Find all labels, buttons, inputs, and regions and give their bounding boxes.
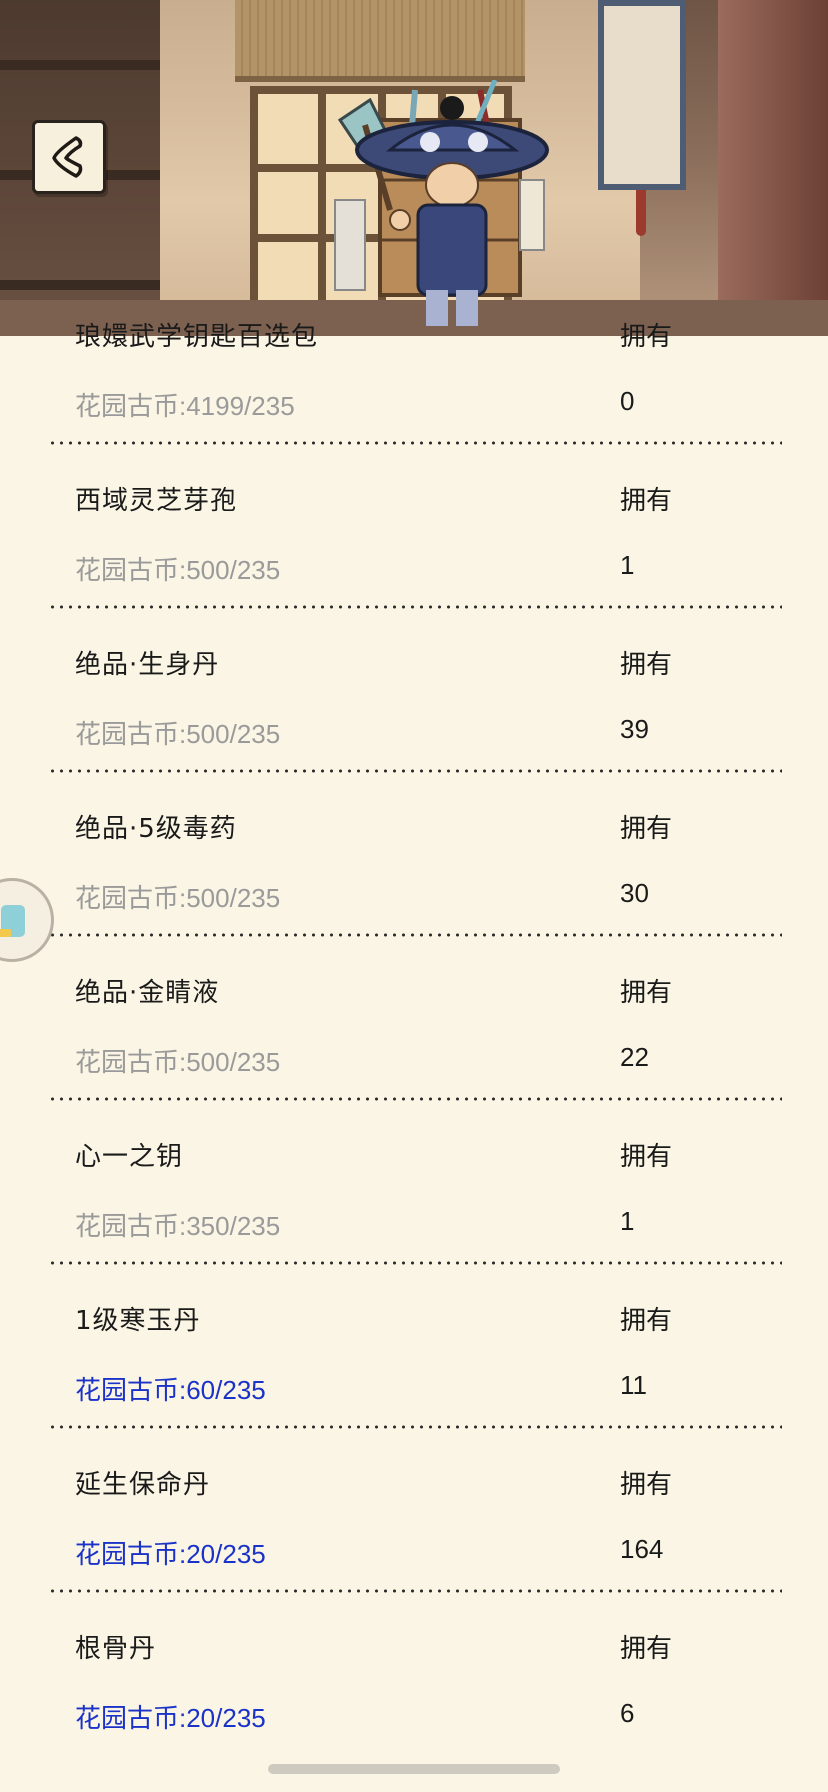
own-label: 拥有 (620, 1470, 673, 1500)
owned-count: 164 (620, 1534, 664, 1564)
list-item[interactable]: 绝品·生身丹 拥有 花园古币:500/235 39 (0, 636, 828, 800)
item-name: 1级寒玉丹 (75, 1306, 201, 1336)
owned-count: 11 (620, 1370, 647, 1400)
own-label: 拥有 (620, 650, 673, 680)
window-blind (235, 0, 525, 82)
list-item[interactable]: 西域灵芝芽孢 拥有 花园古币:500/235 1 (0, 472, 828, 636)
item-name: 绝品·生身丹 (75, 650, 220, 680)
dotted-divider (48, 441, 782, 445)
own-label: 拥有 (620, 978, 673, 1008)
chevron-left-icon (52, 136, 83, 178)
item-name: 西域灵芝芽孢 (75, 486, 238, 516)
list-item[interactable]: 琅嬛武学钥匙百选包 拥有 花园古币:4199/235 0 (0, 308, 828, 472)
dotted-divider (48, 1097, 782, 1101)
dotted-divider (48, 1261, 782, 1265)
item-name: 延生保命丹 (75, 1470, 211, 1500)
curtain-decor (718, 0, 828, 336)
item-name: 绝品·金睛液 (75, 978, 220, 1008)
owned-count: 30 (620, 878, 649, 908)
owned-count: 6 (620, 1698, 635, 1728)
home-indicator[interactable] (268, 1764, 560, 1774)
exchange-list-panel: 琅嬛武学钥匙百选包 拥有 花园古币:4199/235 0 西域灵芝芽孢 拥有 花… (0, 322, 828, 1792)
own-label: 拥有 (620, 486, 673, 516)
owned-count: 39 (620, 714, 649, 744)
shop-screen: 琅嬛武学钥匙百选包 拥有 花园古币:4199/235 0 西域灵芝芽孢 拥有 花… (0, 0, 828, 1792)
dotted-divider (48, 1425, 782, 1429)
list-item[interactable]: 绝品·5级毒药 拥有 花园古币:500/235 30 (0, 800, 828, 964)
item-price: 花园古币:4199/235 (75, 391, 295, 421)
item-name: 根骨丹 (75, 1634, 157, 1664)
item-price: 花园古币:350/235 (75, 1211, 281, 1241)
item-price: 花园古币:20/235 (75, 1703, 266, 1733)
owned-count: 1 (620, 1206, 635, 1236)
list-item[interactable]: 延生保命丹 拥有 花园古币:20/235 164 (0, 1456, 828, 1620)
item-price: 花园古币:500/235 (75, 719, 281, 749)
item-name: 绝品·5级毒药 (75, 814, 237, 844)
item-list: 琅嬛武学钥匙百选包 拥有 花园古币:4199/235 0 西域灵芝芽孢 拥有 花… (0, 308, 828, 1784)
item-price: 花园古币:500/235 (75, 1047, 281, 1077)
shop-header-scene (0, 0, 828, 336)
item-price: 花园古币:20/235 (75, 1539, 266, 1569)
back-button[interactable] (32, 120, 106, 194)
own-label: 拥有 (620, 1142, 673, 1172)
dotted-divider (48, 769, 782, 773)
dotted-divider (48, 933, 782, 937)
item-price: 花园古币:60/235 (75, 1375, 266, 1405)
item-name: 心一之钥 (75, 1142, 184, 1172)
merchant-character (334, 80, 549, 326)
dotted-divider (48, 1589, 782, 1593)
own-label: 拥有 (620, 814, 673, 844)
item-price: 花园古币:500/235 (75, 555, 281, 585)
list-item[interactable]: 1级寒玉丹 拥有 花园古币:60/235 11 (0, 1292, 828, 1456)
dotted-divider (48, 605, 782, 609)
own-label: 拥有 (620, 1634, 673, 1664)
list-item[interactable]: 绝品·金睛液 拥有 花园古币:500/235 22 (0, 964, 828, 1128)
item-name: 琅嬛武学钥匙百选包 (75, 322, 319, 352)
owned-count: 0 (620, 386, 635, 416)
list-item[interactable]: 心一之钥 拥有 花园古币:350/235 1 (0, 1128, 828, 1292)
hanging-scroll (598, 0, 686, 190)
own-label: 拥有 (620, 322, 673, 352)
owned-count: 1 (620, 550, 635, 580)
own-label: 拥有 (620, 1306, 673, 1336)
item-price: 花园古币:500/235 (75, 883, 281, 913)
owned-count: 22 (620, 1042, 649, 1072)
list-item[interactable]: 根骨丹 拥有 花园古币:20/235 6 (0, 1620, 828, 1784)
